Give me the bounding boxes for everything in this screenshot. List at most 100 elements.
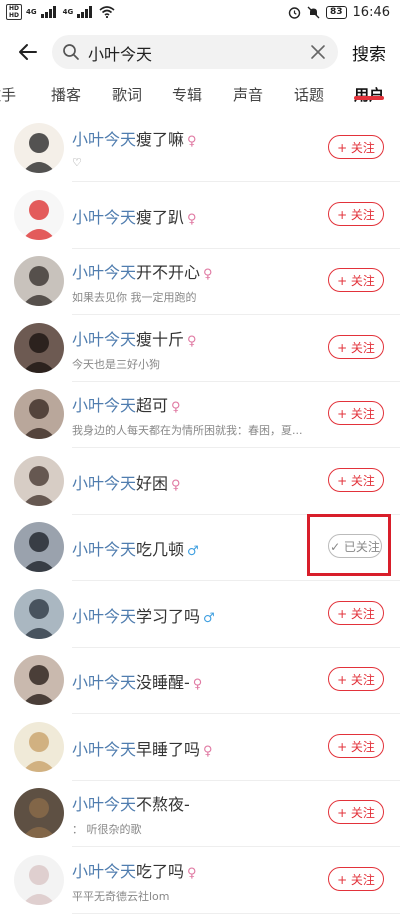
user-name[interactable]: 小叶今天瘦十斤 ♀: [72, 326, 197, 350]
user-name[interactable]: 小叶今天瘦了趴 ♀: [72, 204, 197, 228]
tab-topic[interactable]: 话题: [294, 84, 324, 105]
name-rest: 吃了吗: [136, 861, 185, 881]
name-rest: 早睡了吗: [136, 739, 201, 759]
user-row[interactable]: 小叶今天瘦了趴 ♀ + 关注: [0, 183, 400, 249]
follow-button[interactable]: + 关注: [328, 467, 384, 492]
name-rest: 吃几顿: [136, 540, 185, 559]
user-name[interactable]: 小叶今天学习了吗 ♂: [72, 603, 215, 627]
user-signature: 如果去见你 我一定用跑的: [72, 291, 197, 304]
signal-icon-2: [77, 6, 95, 18]
avatar[interactable]: [14, 123, 64, 173]
follow-button[interactable]: + 关注: [328, 866, 384, 891]
male-icon: ♂: [203, 610, 215, 626]
follow-button[interactable]: + 关注: [328, 401, 384, 425]
avatar[interactable]: [14, 788, 64, 838]
user-row[interactable]: 小叶今天好困 ♀ + 关注: [0, 449, 400, 515]
user-row[interactable]: 小叶今天开不开心 ♀ 如果去见你 我一定用跑的 + 关注: [0, 249, 400, 315]
name-keyword-highlight: 小叶今天: [72, 130, 137, 149]
male-icon: ♂: [187, 544, 199, 559]
user-name[interactable]: 小叶今天吃了吗 ♀: [72, 858, 197, 882]
name-rest: 开不开心: [136, 263, 201, 282]
network-type: 4G: [26, 8, 37, 16]
search-box[interactable]: [52, 35, 338, 69]
female-icon: ♀: [203, 743, 213, 759]
status-left: HD HD 4G 4G: [6, 4, 115, 20]
follow-button[interactable]: + 关注: [328, 667, 384, 691]
user-row[interactable]: 小叶今天超可 ♀ 我身边的人每天都在为情所困就我：春困，夏... + 关注: [0, 382, 400, 448]
tab-voice[interactable]: 声音: [233, 84, 263, 105]
female-icon: ♀: [187, 134, 197, 149]
avatar[interactable]: [14, 389, 64, 439]
status-time: 16:46: [352, 5, 390, 20]
tab-lyrics[interactable]: 歌词: [112, 84, 142, 105]
user-row[interactable]: 小叶今天瘦了嘛 ♀ ♡ + 关注: [0, 116, 400, 182]
user-row[interactable]: 小叶今天瘦十斤 ♀ 今天也是三好小狗 + 关注: [0, 316, 400, 382]
avatar[interactable]: [14, 721, 64, 772]
clear-icon[interactable]: [310, 44, 326, 60]
network-type-2: 4G: [62, 8, 74, 16]
user-name[interactable]: 小叶今天没睡醒- ♀: [72, 669, 202, 693]
status-right: 83 16:46: [288, 5, 390, 20]
tab-singer[interactable]: 歌手: [0, 84, 16, 105]
user-row[interactable]: 小叶今天学习了吗 ♂ + 关注: [0, 582, 400, 648]
divider: [72, 912, 400, 914]
user-name[interactable]: 小叶今天早睡了吗 ♀: [72, 736, 213, 760]
avatar[interactable]: [14, 588, 64, 639]
tab-podcast[interactable]: 播客: [51, 84, 81, 105]
status-bar: HD HD 4G 4G 83 16:46: [0, 0, 400, 28]
follow-button[interactable]: + 关注: [328, 268, 384, 292]
user-name[interactable]: 小叶今天好困 ♀: [72, 470, 181, 494]
search-input[interactable]: [86, 40, 290, 66]
name-keyword-highlight: 小叶今天: [72, 263, 137, 282]
name-rest: 不熬夜-: [136, 795, 190, 814]
follow-button[interactable]: + 关注: [328, 334, 384, 359]
tab-users[interactable]: 用户: [354, 84, 384, 105]
wifi-icon: [99, 6, 115, 18]
alarm-icon: [288, 7, 301, 19]
follow-button[interactable]: + 关注: [328, 600, 384, 625]
user-name[interactable]: 小叶今天吃几顿 ♂: [72, 536, 199, 560]
name-keyword-highlight: 小叶今天: [72, 673, 137, 692]
hd-badge: HD HD: [6, 4, 23, 20]
user-row[interactable]: 小叶今天没睡醒- ♀ + 关注: [0, 648, 400, 714]
back-arrow-icon[interactable]: [14, 38, 42, 66]
mute-bell-icon: [307, 6, 320, 19]
user-row[interactable]: 小叶今天吃了吗 ♀ 平平无奇德云社lom + 关注: [0, 848, 400, 914]
annotation-highlight-box: [307, 514, 391, 576]
avatar[interactable]: [14, 455, 64, 506]
avatar[interactable]: [14, 655, 64, 705]
follow-button[interactable]: + 关注: [328, 800, 384, 824]
female-icon: ♀: [192, 677, 203, 692]
battery-icon: 83: [326, 6, 347, 19]
avatar[interactable]: [14, 189, 64, 240]
name-keyword-highlight: 小叶今天: [72, 795, 137, 814]
name-rest: 好困: [136, 473, 169, 493]
name-rest: 超可: [136, 396, 169, 415]
name-keyword-highlight: 小叶今天: [72, 473, 137, 493]
user-row[interactable]: 小叶今天不熬夜- ： 听很杂的歌 + 关注: [0, 781, 400, 847]
avatar[interactable]: [14, 854, 64, 905]
name-keyword-highlight: 小叶今天: [72, 540, 137, 559]
follow-button[interactable]: + 关注: [328, 733, 384, 758]
name-rest: 瘦了嘛: [136, 130, 185, 149]
user-signature: 我身边的人每天都在为情所困就我：春困，夏...: [72, 424, 303, 437]
avatar[interactable]: [14, 256, 64, 306]
user-signature: ♡: [72, 156, 82, 169]
avatar[interactable]: [14, 522, 64, 572]
user-name[interactable]: 小叶今天超可 ♀: [72, 392, 181, 416]
female-icon: ♀: [187, 211, 197, 227]
female-icon: ♀: [171, 477, 181, 493]
user-name[interactable]: 小叶今天开不开心 ♀: [72, 259, 213, 283]
follow-button[interactable]: + 关注: [328, 135, 384, 159]
user-row[interactable]: 小叶今天早睡了吗 ♀ + 关注: [0, 715, 400, 781]
user-signature: 今天也是三好小狗: [72, 357, 160, 371]
name-rest: 瘦了趴: [136, 207, 185, 227]
search-button[interactable]: 搜索: [352, 40, 386, 65]
name-rest: 学习了吗: [136, 606, 201, 626]
user-name[interactable]: 小叶今天瘦了嘛 ♀: [72, 126, 197, 150]
user-name[interactable]: 小叶今天不熬夜-: [72, 791, 190, 815]
female-icon: ♀: [171, 400, 181, 415]
tab-album[interactable]: 专辑: [172, 84, 202, 105]
follow-button[interactable]: + 关注: [328, 201, 384, 226]
avatar[interactable]: [14, 322, 64, 373]
